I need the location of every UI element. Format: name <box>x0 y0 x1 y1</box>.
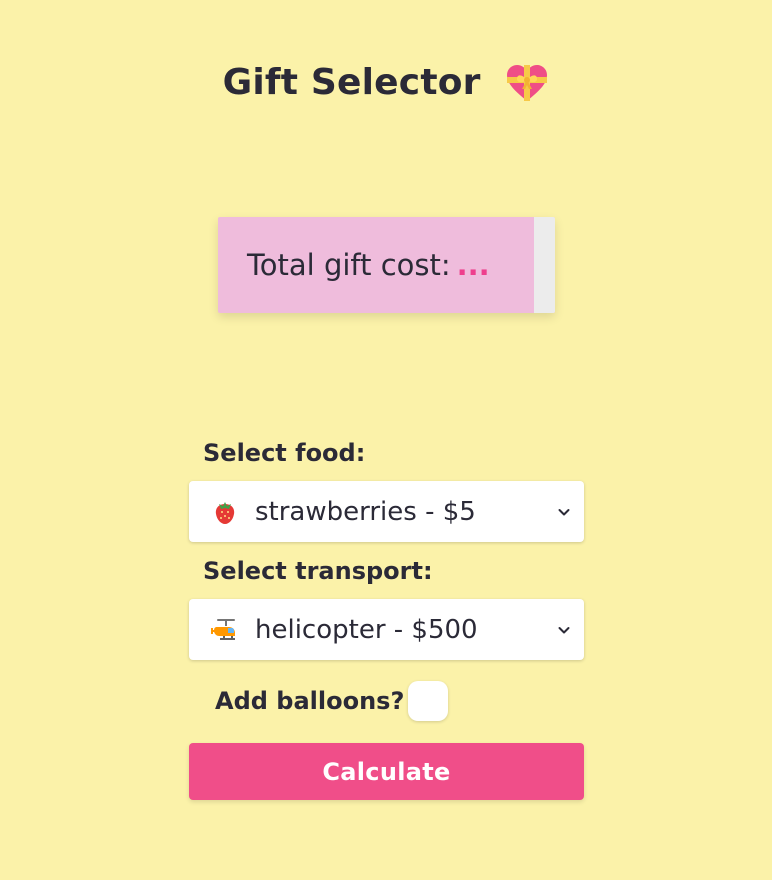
balloons-label: Add balloons? <box>215 687 405 715</box>
strawberry-icon <box>211 498 239 526</box>
calculate-button[interactable]: Calculate <box>189 743 584 800</box>
total-cost-value: ... <box>456 248 490 282</box>
helicopter-icon <box>211 616 239 644</box>
transport-label: Select transport: <box>203 557 433 585</box>
heart-with-ribbon-icon <box>505 63 549 103</box>
total-cost-line: Total gift cost:... <box>247 245 490 285</box>
chevron-down-icon <box>558 506 570 518</box>
page-title-text: Gift Selector <box>222 62 481 104</box>
chevron-down-icon <box>558 624 570 636</box>
result-card: Total gift cost:... <box>218 217 555 313</box>
food-selected-value: strawberries - $5 <box>255 496 476 527</box>
food-select[interactable]: strawberries - $5 <box>189 481 584 542</box>
page-title: Gift Selector <box>0 54 772 111</box>
balloons-checkbox[interactable] <box>408 681 448 721</box>
total-cost-label: Total gift cost: <box>247 248 451 282</box>
transport-selected-value: helicopter - $500 <box>255 614 478 645</box>
food-label: Select food: <box>203 439 366 467</box>
transport-select[interactable]: helicopter - $500 <box>189 599 584 660</box>
result-card-side-strip <box>534 217 555 313</box>
